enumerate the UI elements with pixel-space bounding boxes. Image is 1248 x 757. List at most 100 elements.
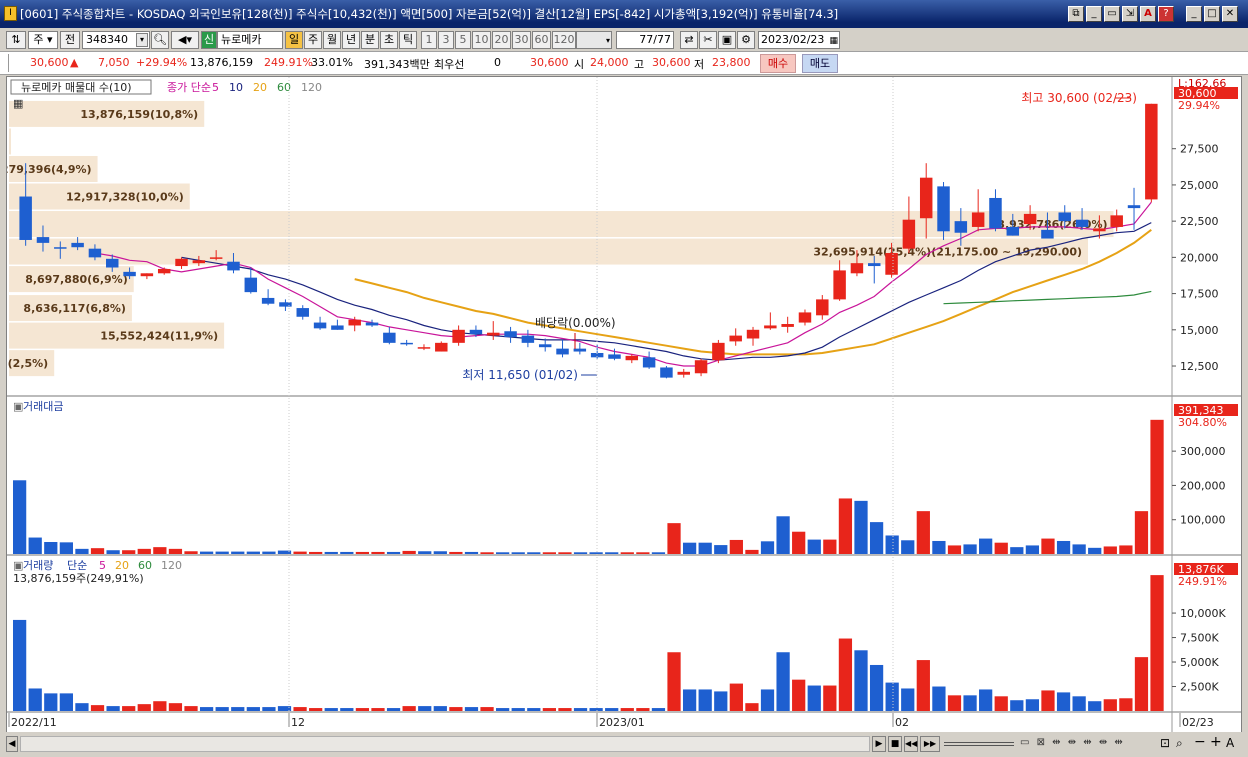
chart-canvas[interactable]: 3,171,616(2,5%) 15,552,424(11,9%) 8,636,11…	[7, 77, 1241, 738]
period-1[interactable]: 주	[304, 31, 322, 49]
volume-bar	[13, 619, 27, 711]
candle-body	[971, 212, 985, 227]
prev-button[interactable]: 전	[60, 31, 80, 49]
volume-bar	[823, 685, 837, 711]
tools-icon[interactable]: ✂	[699, 31, 717, 49]
candle-body	[885, 253, 898, 275]
ma-period-20: 20	[253, 81, 267, 94]
amount-bar	[869, 522, 884, 554]
amount-bar	[745, 549, 759, 554]
minimize-small-icon[interactable]: _	[1086, 6, 1102, 22]
x-axis-label: 12	[291, 716, 305, 729]
amount-bar	[542, 552, 557, 554]
zoom-search-icon[interactable]: ⌕	[1176, 736, 1183, 751]
type-select[interactable]: 주 ▾	[28, 31, 58, 49]
settings-icon[interactable]: ⚙	[737, 31, 755, 49]
up-arrow-icon: ▲	[70, 56, 79, 69]
speaker-icon[interactable]: ◀▾	[171, 31, 199, 49]
volume-bar	[44, 693, 58, 711]
candle-body	[712, 342, 725, 361]
change-percent: +29.94%	[136, 56, 188, 69]
amount-bar	[106, 550, 120, 554]
amount-bar	[1025, 545, 1040, 554]
interval-120[interactable]: 120	[552, 31, 576, 49]
interval-60[interactable]: 60	[532, 31, 551, 49]
pin-tool-icon[interactable]: ⇅	[6, 31, 26, 49]
maximize-button[interactable]: □	[1204, 6, 1220, 22]
restore-small-icon[interactable]: ▭	[1104, 6, 1120, 22]
sell-button[interactable]: 매도	[802, 54, 838, 73]
interval-5[interactable]: 5	[455, 31, 471, 49]
buy-button[interactable]: 매수	[760, 54, 796, 73]
interval-select[interactable]: ▾	[576, 31, 612, 49]
candle-body	[227, 261, 240, 271]
chart-tools-icons[interactable]: ▭ ⊠ ⇹ ⇹ ⇹ ⇹ ⇹	[1020, 737, 1125, 748]
zoom-in-icon[interactable]: +	[1210, 734, 1222, 750]
calendar-icon[interactable]: ▦	[829, 33, 838, 49]
arrows-icon[interactable]: ⇄	[680, 31, 698, 49]
period-5[interactable]: 초	[380, 31, 398, 49]
volume-bar	[1150, 575, 1164, 711]
stock-code-input[interactable]: 348340 ▾	[82, 31, 150, 49]
volume-bar	[355, 708, 370, 711]
volume-bar	[293, 707, 307, 711]
amount-bar	[168, 548, 183, 554]
amount-bar	[199, 551, 214, 554]
interval-30[interactable]: 30	[512, 31, 531, 49]
save-icon[interactable]: ▣	[718, 31, 736, 49]
period-6[interactable]: 틱	[399, 31, 417, 49]
volume-bar	[745, 703, 759, 711]
scroll-left-icon[interactable]: ◀	[6, 736, 18, 752]
minimize-button[interactable]: _	[1186, 6, 1202, 22]
period-4[interactable]: 분	[361, 31, 379, 49]
stop-icon[interactable]: ■	[888, 736, 902, 752]
high-value: 30,600	[652, 56, 691, 69]
pin-icon[interactable]: ⇲	[1122, 6, 1138, 22]
auto-scale-icon[interactable]: A	[1226, 736, 1234, 750]
count-input[interactable]: 77/77	[616, 31, 674, 49]
date-input[interactable]: 2023/02/23 ▦	[758, 31, 840, 49]
theme-badge[interactable]: 신	[201, 31, 217, 49]
refresh-icon[interactable]: ⊡	[1160, 736, 1170, 750]
y-tick-label: 10,000K	[1180, 607, 1226, 620]
interval-3[interactable]: 3	[438, 31, 454, 49]
period-2[interactable]: 월	[323, 31, 341, 49]
amount-bar	[75, 548, 89, 554]
candle-body	[106, 258, 119, 268]
y-tick-label: 12,500	[1180, 360, 1219, 373]
y-tick-label: 2,500K	[1180, 681, 1219, 694]
period-0[interactable]: 일	[285, 31, 303, 49]
fast-forward-icon[interactable]: ▶▶	[920, 736, 940, 752]
amount-bar	[885, 535, 899, 554]
close-button[interactable]: ✕	[1222, 6, 1238, 22]
best-bid-label: 최우선	[434, 58, 465, 71]
interval-1[interactable]: 1	[421, 31, 437, 49]
candle-body	[452, 329, 465, 343]
ma-period-120: 120	[301, 81, 322, 94]
font-icon[interactable]: A	[1140, 6, 1156, 22]
interval-10[interactable]: 10	[472, 31, 491, 49]
volume-bar	[838, 638, 853, 711]
zoom-out-icon[interactable]: −	[1194, 734, 1206, 750]
horizontal-scroll-track[interactable]	[20, 736, 870, 752]
candle-body	[521, 335, 535, 343]
candle-body	[123, 271, 136, 277]
interval-20[interactable]: 20	[492, 31, 511, 49]
link-icon[interactable]: ⧉	[1068, 6, 1084, 22]
amount-bar	[963, 544, 977, 554]
volume-bar	[729, 683, 743, 711]
step-back-icon[interactable]: ◀◀	[904, 736, 918, 752]
period-3[interactable]: 년	[342, 31, 360, 49]
volume-bar	[994, 696, 1008, 711]
volume-profile-label: 15,552,424(11,9%)	[100, 330, 218, 343]
candle-body	[833, 270, 846, 300]
y-tick-label: 20,000	[1180, 251, 1219, 264]
chart-area[interactable]: 3,171,616(2,5%) 15,552,424(11,9%) 8,636,11…	[6, 76, 1242, 739]
play-icon[interactable]: ▶	[872, 736, 886, 752]
search-icon[interactable]: 🔍︎	[151, 31, 169, 49]
help-icon[interactable]: ?	[1158, 6, 1174, 22]
zoom-slider[interactable]	[944, 742, 1014, 746]
amount-bar	[667, 523, 681, 554]
volume-profile-label: 13,876,159(10,8%)	[80, 108, 198, 121]
low-annotation: 최저 11,650 (01/02)	[462, 368, 578, 382]
